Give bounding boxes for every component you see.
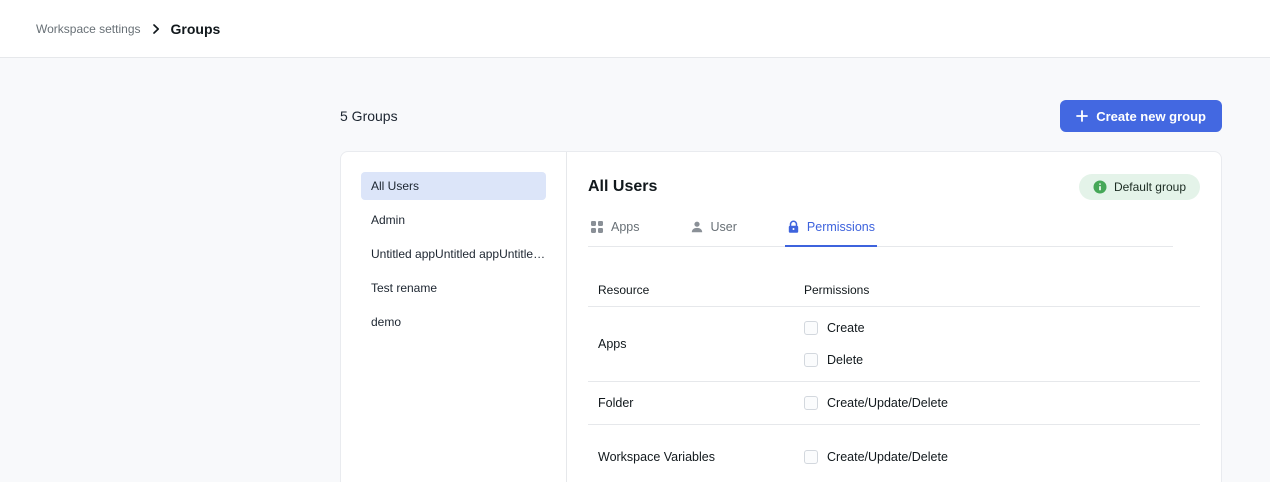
permission-cell: Delete xyxy=(804,352,865,368)
tab-permissions[interactable]: Permissions xyxy=(785,220,877,247)
user-icon xyxy=(690,220,704,234)
permission-cell: Create/Update/Delete xyxy=(804,395,948,411)
group-item-admin[interactable]: Admin xyxy=(361,206,546,234)
group-item-all-users[interactable]: All Users xyxy=(361,172,546,200)
permission-label: Delete xyxy=(827,353,863,367)
create-new-group-label: Create new group xyxy=(1096,109,1206,124)
breadcrumb-workspace-settings[interactable]: Workspace settings xyxy=(36,22,141,36)
permission-cell: Create/Update/Delete xyxy=(804,449,948,465)
breadcrumb-groups: Groups xyxy=(171,21,221,37)
tab-apps-label: Apps xyxy=(611,220,640,234)
group-item-label: demo xyxy=(371,315,401,329)
group-detail-panel: All Users Default group xyxy=(567,152,1222,482)
tab-bar: Apps User xyxy=(588,220,1173,247)
apps-delete-checkbox[interactable] xyxy=(804,353,818,367)
workspace-variables-cud-checkbox[interactable] xyxy=(804,450,818,464)
permissions-column-header: Permissions xyxy=(804,283,869,297)
default-group-badge-label: Default group xyxy=(1114,180,1186,194)
permission-cell: Create xyxy=(804,320,865,336)
table-row-workspace-variables: Workspace Variables Create/Update/Delete xyxy=(588,425,1200,478)
permission-label: Create/Update/Delete xyxy=(827,396,948,410)
group-item-demo[interactable]: demo xyxy=(361,308,546,336)
permission-cells: Create/Update/Delete xyxy=(804,395,948,411)
permission-label: Create xyxy=(827,321,865,335)
permission-label: Create/Update/Delete xyxy=(827,450,948,464)
lock-icon xyxy=(787,220,800,234)
permission-cells: Create/Update/Delete xyxy=(804,449,948,465)
group-item-label: Untitled appUntitled appUntitle… xyxy=(371,247,545,261)
group-item-label: All Users xyxy=(371,179,419,193)
group-item-label: Test rename xyxy=(371,281,437,295)
groups-page: 5 Groups Create new group All Users Admi… xyxy=(340,100,1222,482)
plus-icon xyxy=(1076,110,1088,122)
resource-name: Apps xyxy=(598,337,804,351)
create-new-group-button[interactable]: Create new group xyxy=(1060,100,1222,132)
folder-cud-checkbox[interactable] xyxy=(804,396,818,410)
table-header-row: Resource Permissions xyxy=(588,247,1200,307)
resource-name: Workspace Variables xyxy=(598,450,804,464)
groups-card: All Users Admin Untitled appUntitled app… xyxy=(340,151,1222,482)
permission-cells: Create Delete xyxy=(804,320,865,368)
list-header: 5 Groups Create new group xyxy=(340,100,1222,132)
chevron-right-icon xyxy=(149,22,163,36)
permissions-table: Resource Permissions Apps Create Delete xyxy=(588,247,1200,478)
tab-user-label: User xyxy=(711,220,737,234)
group-item-label: Admin xyxy=(371,213,405,227)
resource-name: Folder xyxy=(598,396,804,410)
group-item-untitled-app[interactable]: Untitled appUntitled appUntitle… xyxy=(361,240,546,268)
table-row-folder: Folder Create/Update/Delete xyxy=(588,382,1200,425)
apps-grid-icon xyxy=(590,220,604,234)
tab-permissions-label: Permissions xyxy=(807,220,875,234)
tab-user[interactable]: User xyxy=(688,220,739,247)
panel-header: All Users Default group xyxy=(588,174,1200,200)
top-bar: Workspace settings Groups xyxy=(0,0,1270,58)
apps-create-checkbox[interactable] xyxy=(804,321,818,335)
table-row-apps: Apps Create Delete xyxy=(588,307,1200,382)
groups-count: 5 Groups xyxy=(340,108,398,124)
default-group-badge: Default group xyxy=(1079,174,1200,200)
group-list: All Users Admin Untitled appUntitled app… xyxy=(341,152,567,482)
group-item-test-rename[interactable]: Test rename xyxy=(361,274,546,302)
tab-apps[interactable]: Apps xyxy=(588,220,642,247)
resource-column-header: Resource xyxy=(598,283,804,297)
group-title: All Users xyxy=(588,178,657,196)
info-icon xyxy=(1093,180,1107,194)
